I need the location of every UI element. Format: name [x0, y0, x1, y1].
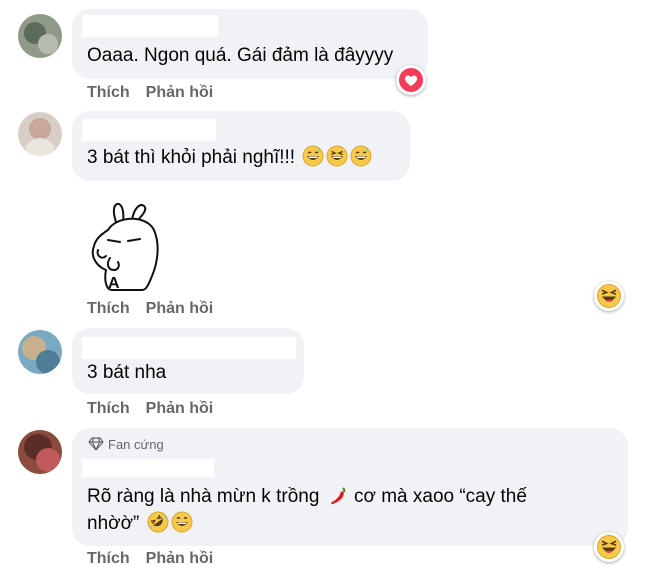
grinning-sweat-icon [302, 145, 324, 167]
comment-actions: Thích Phản hồi [87, 550, 213, 568]
chili-pepper-icon [330, 487, 346, 505]
avatar[interactable] [18, 14, 62, 58]
comment-text: 3 bát thì khỏi phải nghĩ!!! [87, 145, 372, 171]
laughing-icon [597, 284, 621, 308]
like-link[interactable]: Thích [87, 84, 130, 102]
like-link[interactable]: Thích [87, 400, 130, 418]
comment-text: nhờờ” [87, 511, 193, 537]
commenter-name-redacted[interactable] [82, 337, 296, 359]
comment-text-content: 3 bát thì khỏi phải nghĩ!!! [87, 147, 296, 168]
commenter-name-redacted[interactable] [82, 119, 216, 141]
fan-badge-label: Fan cứng [108, 437, 164, 452]
like-link[interactable]: Thích [87, 300, 130, 318]
svg-text:A: A [108, 275, 120, 292]
comment-text-content: nhờờ” [87, 513, 140, 534]
comment-actions: Thích Phản hồi [87, 84, 213, 102]
comment-actions: Thích Phản hồi [87, 400, 213, 418]
reaction-badge[interactable] [594, 281, 624, 311]
comment-text: Rõ ràng là nhà mừn k trồng cơ mà xaoo “c… [87, 484, 527, 510]
love-icon [399, 68, 423, 92]
reply-link[interactable]: Phản hồi [146, 400, 214, 418]
comment-text: Oaaa. Ngon quá. Gái đảm là đâyyyy [87, 45, 394, 66]
commenter-name-redacted[interactable] [82, 15, 218, 37]
laughing-icon [597, 535, 621, 559]
avatar[interactable] [18, 330, 62, 374]
rofl-icon [147, 511, 169, 533]
like-link[interactable]: Thích [87, 550, 130, 568]
reply-link[interactable]: Phản hồi [146, 550, 214, 568]
commenter-name-redacted[interactable] [82, 459, 214, 477]
grinning-squint-icon [171, 511, 193, 533]
bunny-sticker: A [91, 202, 159, 292]
reaction-badge[interactable] [396, 65, 426, 95]
reaction-badge[interactable] [594, 532, 624, 562]
comment-text-content: Rõ ràng là nhà mừn k trồng [87, 486, 320, 507]
grinning-sweat-icon [350, 145, 372, 167]
grinning-squint-icon [326, 145, 348, 167]
avatar[interactable] [18, 112, 62, 156]
comment-actions: Thích Phản hồi [87, 300, 213, 318]
reply-link[interactable]: Phản hồi [146, 300, 214, 318]
comment-text: 3 bát nha [87, 362, 167, 383]
comment-text-content: cơ mà xaoo “cay thế [353, 486, 527, 507]
reply-link[interactable]: Phản hồi [146, 84, 214, 102]
diamond-icon [88, 437, 104, 451]
fan-badge: Fan cứng [88, 437, 164, 452]
avatar[interactable] [18, 430, 62, 474]
